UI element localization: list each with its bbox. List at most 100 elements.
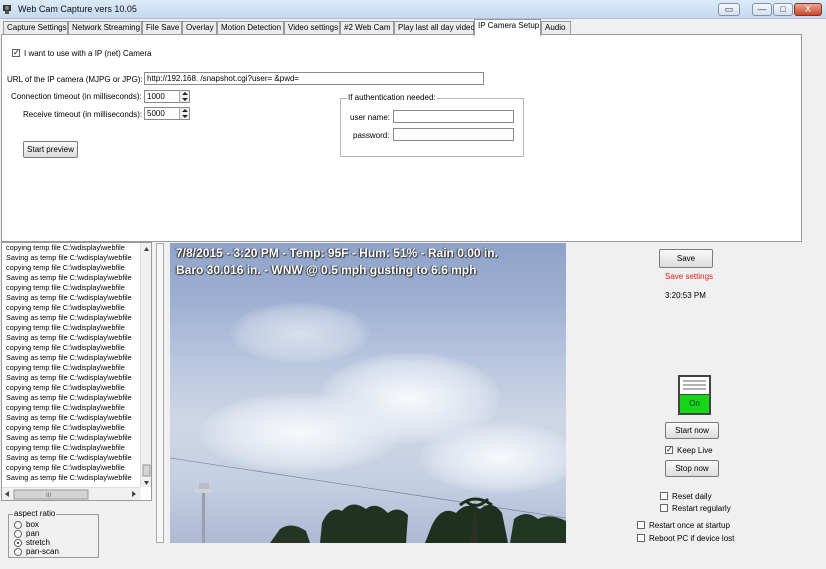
- title-bar: Web Cam Capture vers 10.05 ▭ — □ X: [0, 0, 826, 19]
- log-line: Saving as temp file C:\wdisplay\webfile: [6, 373, 132, 382]
- username-label: user name:: [350, 113, 391, 122]
- authentication-group-title: If authentication needed:: [347, 93, 437, 102]
- reboot-pc-checkbox[interactable]: [637, 534, 645, 542]
- use-ip-camera-label: I want to use with a IP (net) Camera: [24, 49, 152, 58]
- restore-icon[interactable]: ▭: [718, 3, 740, 16]
- log-line: Saving as temp file C:\wdisplay\webfile: [6, 353, 132, 362]
- switch-on-label: On: [680, 394, 709, 413]
- restart-startup-label: Restart once at startup: [649, 521, 730, 530]
- log-line: Saving as temp file C:\wdisplay\webfile: [6, 413, 132, 422]
- log-line: copying temp file C:\wdisplay\webfile: [6, 463, 125, 472]
- log-line: copying temp file C:\wdisplay\webfile: [6, 343, 125, 352]
- authentication-group: If authentication needed: user name: pas…: [340, 93, 524, 157]
- connection-timeout-label: Connection timeout (in milliseconds):: [11, 92, 142, 101]
- tab-capture-settings[interactable]: Capture Settings: [3, 21, 68, 35]
- tab-audio[interactable]: Audio: [541, 21, 571, 35]
- svg-text:III: III: [46, 492, 52, 499]
- minimize-button[interactable]: —: [752, 3, 772, 16]
- tab-video-settings[interactable]: Video settings: [284, 21, 340, 35]
- window-title: Web Cam Capture vers 10.05: [18, 4, 137, 14]
- restart-regularly-label: Restart regularly: [672, 504, 731, 513]
- aspect-pan-label: pan: [26, 529, 40, 538]
- save-button[interactable]: Save: [659, 249, 713, 268]
- use-ip-camera-checkbox[interactable]: ✓: [12, 49, 20, 57]
- aspect-ratio-title: aspect ratio: [13, 509, 57, 518]
- connection-timeout-stepper[interactable]: 1000: [144, 90, 190, 103]
- log-line: copying temp file C:\wdisplay\webfile: [6, 363, 125, 372]
- log-line: Saving as temp file C:\wdisplay\webfile: [6, 333, 132, 342]
- aspect-pan-radio[interactable]: [14, 530, 22, 538]
- log-line: copying temp file C:\wdisplay\webfile: [6, 423, 125, 432]
- aspect-pan-scan-label: pan-scan: [26, 547, 59, 556]
- tab-play-all-day-video[interactable]: Play last all day video: [394, 21, 475, 35]
- reset-daily-checkbox[interactable]: [660, 492, 668, 500]
- tab-motion-detection[interactable]: Motion Detection: [217, 21, 284, 35]
- password-label: password:: [353, 131, 390, 140]
- landscape-silhouette: [170, 457, 566, 543]
- log-line: Saving as temp file C:\wdisplay\webfile: [6, 293, 132, 302]
- log-line: copying temp file C:\wdisplay\webfile: [6, 303, 125, 312]
- log-line: copying temp file C:\wdisplay\webfile: [6, 403, 125, 412]
- aspect-ratio-group: aspect ratio box pan stretch pan-scan: [8, 509, 99, 558]
- camera-preview: 7/8/2015 - 3:20 PM - Temp: 95F - Hum: 51…: [170, 243, 566, 543]
- log-line: Saving as temp file C:\wdisplay\webfile: [6, 253, 132, 262]
- maximize-button[interactable]: □: [773, 3, 793, 16]
- reboot-pc-label: Reboot PC if device lost: [649, 534, 735, 543]
- close-button[interactable]: X: [794, 3, 822, 16]
- restart-regularly-checkbox[interactable]: [660, 504, 668, 512]
- start-preview-button[interactable]: Start preview: [23, 141, 78, 158]
- log-line: copying temp file C:\wdisplay\webfile: [6, 443, 125, 452]
- log-line: copying temp file C:\wdisplay\webfile: [6, 243, 125, 252]
- save-settings-label: Save settings: [665, 272, 714, 281]
- url-label: URL of the IP camera (MJPG or JPG):: [7, 75, 143, 84]
- on-off-switch[interactable]: On: [678, 375, 711, 415]
- scroll-thumb-icon: III: [5, 489, 136, 500]
- log-line: Saving as temp file C:\wdisplay\webfile: [6, 273, 132, 282]
- log-line: copying temp file C:\wdisplay\webfile: [6, 263, 125, 272]
- restart-startup-checkbox[interactable]: [637, 521, 645, 529]
- log-vertical-scrollbar[interactable]: [140, 243, 151, 487]
- aspect-box-label: box: [26, 520, 39, 529]
- switch-lines-icon: [683, 380, 706, 390]
- tab-overlay[interactable]: Overlay: [182, 21, 217, 35]
- receive-timeout-label: Receive timeout (in milliseconds):: [23, 110, 143, 119]
- receive-timeout-stepper[interactable]: 5000: [144, 107, 190, 120]
- log-listbox[interactable]: copying temp file C:\wdisplay\webfile Sa…: [1, 242, 152, 501]
- ip-camera-setup-panel: ✓ I want to use with a IP (net) Camera U…: [1, 34, 802, 242]
- tab-network-streaming[interactable]: Network Streaming: [68, 21, 142, 35]
- keep-live-label: Keep Live: [677, 446, 713, 455]
- aspect-stretch-label: stretch: [26, 538, 51, 547]
- weather-overlay-line-2: Baro 30.016 in. - WNW @ 0.5 mph gusting …: [176, 263, 477, 277]
- start-now-button[interactable]: Start now: [665, 422, 719, 439]
- connection-timeout-value: 1000: [147, 92, 165, 101]
- keep-live-checkbox[interactable]: ✓: [665, 446, 673, 454]
- splitter[interactable]: [156, 243, 164, 543]
- spin-arrows-icon[interactable]: [179, 91, 189, 102]
- webcam-app-icon: [3, 5, 11, 14]
- aspect-pan-scan-radio[interactable]: [14, 548, 22, 556]
- log-line: Saving as temp file C:\wdisplay\webfile: [6, 453, 132, 462]
- log-line: copying temp file C:\wdisplay\webfile: [6, 283, 125, 292]
- aspect-stretch-radio[interactable]: [14, 539, 22, 547]
- tab-bar: Capture Settings Network Streaming File …: [0, 19, 826, 36]
- spin-arrows-icon[interactable]: [179, 108, 189, 119]
- camera-url-input[interactable]: http://192.168. /snapshot.cgi?user= &pwd…: [144, 72, 484, 85]
- aspect-box-radio[interactable]: [14, 521, 22, 529]
- log-lines: copying temp file C:\wdisplay\webfile Sa…: [2, 243, 151, 483]
- weather-overlay-line-1: 7/8/2015 - 3:20 PM - Temp: 95F - Hum: 51…: [176, 246, 498, 260]
- log-line: Saving as temp file C:\wdisplay\webfile: [6, 473, 132, 482]
- receive-timeout-value: 5000: [147, 109, 165, 118]
- scroll-arrows-icon: [142, 247, 151, 485]
- clock-time: 3:20:53 PM: [665, 291, 706, 300]
- log-line: Saving as temp file C:\wdisplay\webfile: [6, 393, 132, 402]
- tab-second-web-cam[interactable]: #2 Web Cam: [340, 21, 394, 35]
- reset-daily-label: Reset daily: [672, 492, 712, 501]
- log-line: copying temp file C:\wdisplay\webfile: [6, 383, 125, 392]
- log-line: Saving as temp file C:\wdisplay\webfile: [6, 313, 132, 322]
- stop-now-button[interactable]: Stop now: [665, 460, 719, 477]
- tab-file-save[interactable]: File Save: [142, 21, 182, 35]
- tab-ip-camera-setup[interactable]: IP Camera Setup: [474, 19, 541, 36]
- password-input[interactable]: [393, 128, 514, 141]
- username-input[interactable]: [393, 110, 514, 123]
- log-horizontal-scrollbar[interactable]: III: [2, 487, 141, 500]
